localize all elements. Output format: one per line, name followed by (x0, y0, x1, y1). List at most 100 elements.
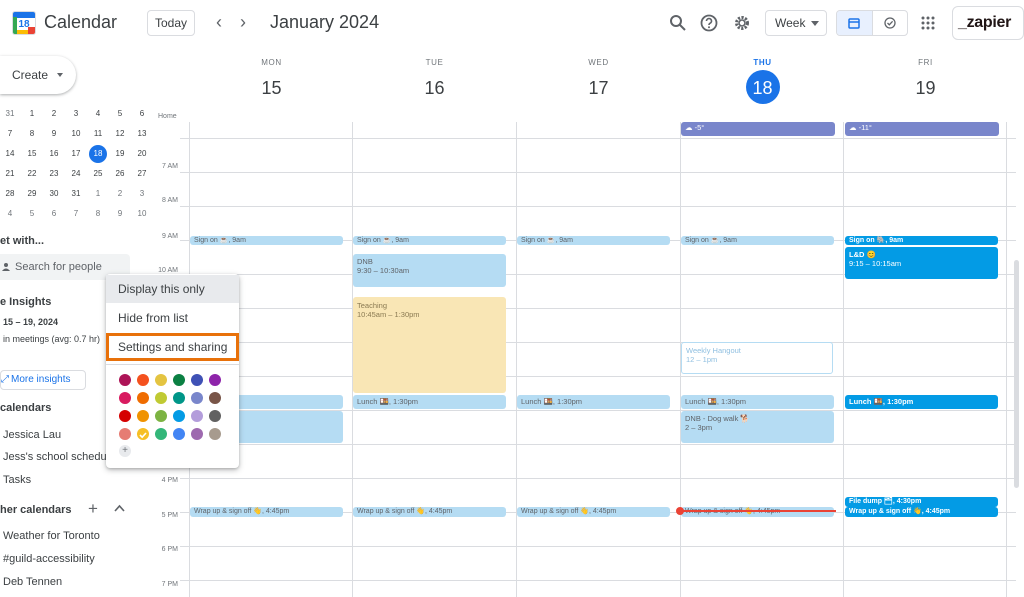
mini-calendar-day[interactable]: 19 (110, 144, 130, 164)
color-swatch[interactable] (119, 428, 131, 440)
color-swatch[interactable] (155, 392, 167, 404)
event-sign-on[interactable]: Sign on ☕, 9am (681, 236, 834, 245)
mini-calendar-day[interactable]: 1 (88, 184, 108, 204)
mini-calendar-day[interactable]: 13 (132, 124, 152, 144)
color-swatch[interactable] (155, 374, 167, 386)
my-calendar-item[interactable]: Jessica Lau (3, 429, 61, 441)
event-sign-on[interactable]: Sign on ☕, 9am (353, 236, 506, 245)
previous-week-icon[interactable]: ‹ (216, 12, 222, 32)
mini-calendar-day[interactable]: 7 (66, 204, 86, 224)
mini-calendar-day[interactable]: 1 (22, 104, 42, 124)
mini-calendar-day[interactable]: 31 (66, 184, 86, 204)
other-calendar-item[interactable]: Weather for Toronto (3, 530, 100, 542)
mini-calendar-day[interactable]: 8 (88, 204, 108, 224)
color-swatch[interactable] (191, 374, 203, 386)
mini-calendar-day[interactable]: 10 (66, 124, 86, 144)
color-swatch[interactable] (137, 428, 149, 440)
mini-calendar-day[interactable]: 22 (22, 164, 42, 184)
menu-item-display-this-only[interactable]: Display this only (106, 275, 239, 303)
color-swatch[interactable] (191, 410, 203, 422)
grid-scrollbar[interactable] (1014, 260, 1019, 488)
color-swatch[interactable] (173, 392, 185, 404)
event-wrap-up[interactable]: Wrap up & sign off 👋, 4:45pm (517, 507, 670, 517)
event-sign-on[interactable]: Sign on 🐘, 9am (845, 236, 998, 245)
mini-calendar-day[interactable]: 4 (88, 104, 108, 124)
create-button[interactable]: Create (0, 56, 76, 94)
mini-calendar-day[interactable]: 5 (22, 204, 42, 224)
my-calendar-item[interactable]: Tasks (3, 474, 31, 486)
mini-calendar-day[interactable]: 6 (132, 104, 152, 124)
mini-calendar-day[interactable]: 31 (0, 104, 20, 124)
color-swatch[interactable] (209, 410, 221, 422)
view-select-dropdown[interactable]: Week (765, 10, 827, 36)
weather-chip-fri[interactable]: ☁ -11° (845, 122, 999, 136)
menu-item-hide-from-list[interactable]: Hide from list (106, 304, 239, 332)
event-dog-walk[interactable]: DNB - Dog walk 🐕 2 – 3pm (681, 411, 834, 443)
event-wrap-up[interactable]: Wrap up & sign off 👋, 4:45pm (845, 507, 998, 517)
mini-calendar-day[interactable]: 17 (66, 144, 86, 164)
tasks-view-toggle[interactable] (872, 11, 907, 35)
mini-calendar-day[interactable]: 4 (0, 204, 20, 224)
event-wrap-up[interactable]: Wrap up & sign off 👋, 4:45pm (190, 507, 343, 517)
mini-calendar-day[interactable]: 6 (44, 204, 64, 224)
event-wrap-up[interactable]: Wrap up & sign off 👋, 4:45pm (353, 507, 506, 517)
event-lunch[interactable]: Lunch 🍱, 1:30pm (517, 395, 670, 409)
event-weekly-hangout[interactable]: Weekly Hangout 12 – 1pm (681, 342, 833, 374)
mini-calendar-day[interactable]: 9 (110, 204, 130, 224)
today-button[interactable]: Today (147, 10, 195, 36)
mini-calendar-day[interactable]: 26 (110, 164, 130, 184)
event-sign-on[interactable]: Sign on ☕, 9am (517, 236, 670, 245)
day-header-tue[interactable]: TUE 16 (353, 58, 516, 103)
day-number[interactable]: 18 (681, 73, 844, 103)
event-lunch[interactable]: Lunch 🍱, 1:30pm (681, 395, 834, 409)
day-header-wed[interactable]: WED 17 (517, 58, 680, 103)
next-week-icon[interactable]: › (240, 12, 246, 32)
apps-grid-icon[interactable] (921, 16, 935, 30)
day-header-thu[interactable]: THU 18 (681, 58, 844, 103)
day-number[interactable]: 15 (190, 73, 353, 103)
mini-calendar-day[interactable]: 14 (0, 144, 20, 164)
chevron-up-icon[interactable] (114, 504, 125, 512)
color-swatch[interactable] (191, 392, 203, 404)
color-swatch[interactable] (191, 428, 203, 440)
mini-calendar-day[interactable]: 10 (132, 204, 152, 224)
mini-calendar-day[interactable]: 3 (132, 184, 152, 204)
add-custom-color-icon[interactable]: + (119, 445, 131, 457)
color-swatch[interactable] (119, 374, 131, 386)
mini-calendar-day[interactable]: 5 (110, 104, 130, 124)
day-number[interactable]: 17 (517, 73, 680, 103)
mini-calendar-day[interactable]: 23 (44, 164, 64, 184)
mini-calendar-day[interactable]: 15 (22, 144, 42, 164)
color-swatch[interactable] (137, 392, 149, 404)
color-swatch[interactable] (155, 410, 167, 422)
day-header-fri[interactable]: FRI 19 (844, 58, 1007, 103)
color-swatch[interactable] (173, 374, 185, 386)
add-calendar-icon[interactable]: + (88, 499, 98, 519)
mini-calendar-day[interactable]: 25 (88, 164, 108, 184)
color-swatch[interactable] (209, 374, 221, 386)
color-swatch[interactable] (209, 428, 221, 440)
weather-chip-thu[interactable]: ☁ -5° (681, 122, 835, 136)
event-dnb[interactable]: DNB 9:30 – 10:30am (353, 254, 506, 287)
mini-calendar-day[interactable]: 11 (88, 124, 108, 144)
event-file-dump[interactable]: File dump 🗂, 4:30pm (845, 497, 998, 507)
day-number[interactable]: 16 (353, 73, 516, 103)
color-swatch[interactable] (173, 410, 185, 422)
mini-calendar-day[interactable]: 27 (132, 164, 152, 184)
mini-calendar-day[interactable]: 28 (0, 184, 20, 204)
color-swatch[interactable] (137, 374, 149, 386)
mini-calendar-day[interactable]: 18 (88, 144, 108, 164)
color-swatch[interactable] (119, 410, 131, 422)
mini-calendar-day[interactable]: 8 (22, 124, 42, 144)
mini-calendar-day[interactable]: 16 (44, 144, 64, 164)
day-number[interactable]: 19 (844, 73, 1007, 103)
other-calendar-item[interactable]: Deb Tennen (3, 576, 62, 588)
mini-calendar-day[interactable]: 2 (44, 104, 64, 124)
calendar-logo-icon[interactable]: 18 (12, 11, 36, 35)
search-icon[interactable] (668, 13, 688, 33)
settings-gear-icon[interactable] (732, 13, 752, 33)
color-swatch[interactable] (155, 428, 167, 440)
menu-item-settings-and-sharing[interactable]: Settings and sharing (106, 333, 239, 361)
other-calendar-item[interactable]: #guild-accessibility (3, 553, 95, 565)
mini-calendar-day[interactable]: 7 (0, 124, 20, 144)
